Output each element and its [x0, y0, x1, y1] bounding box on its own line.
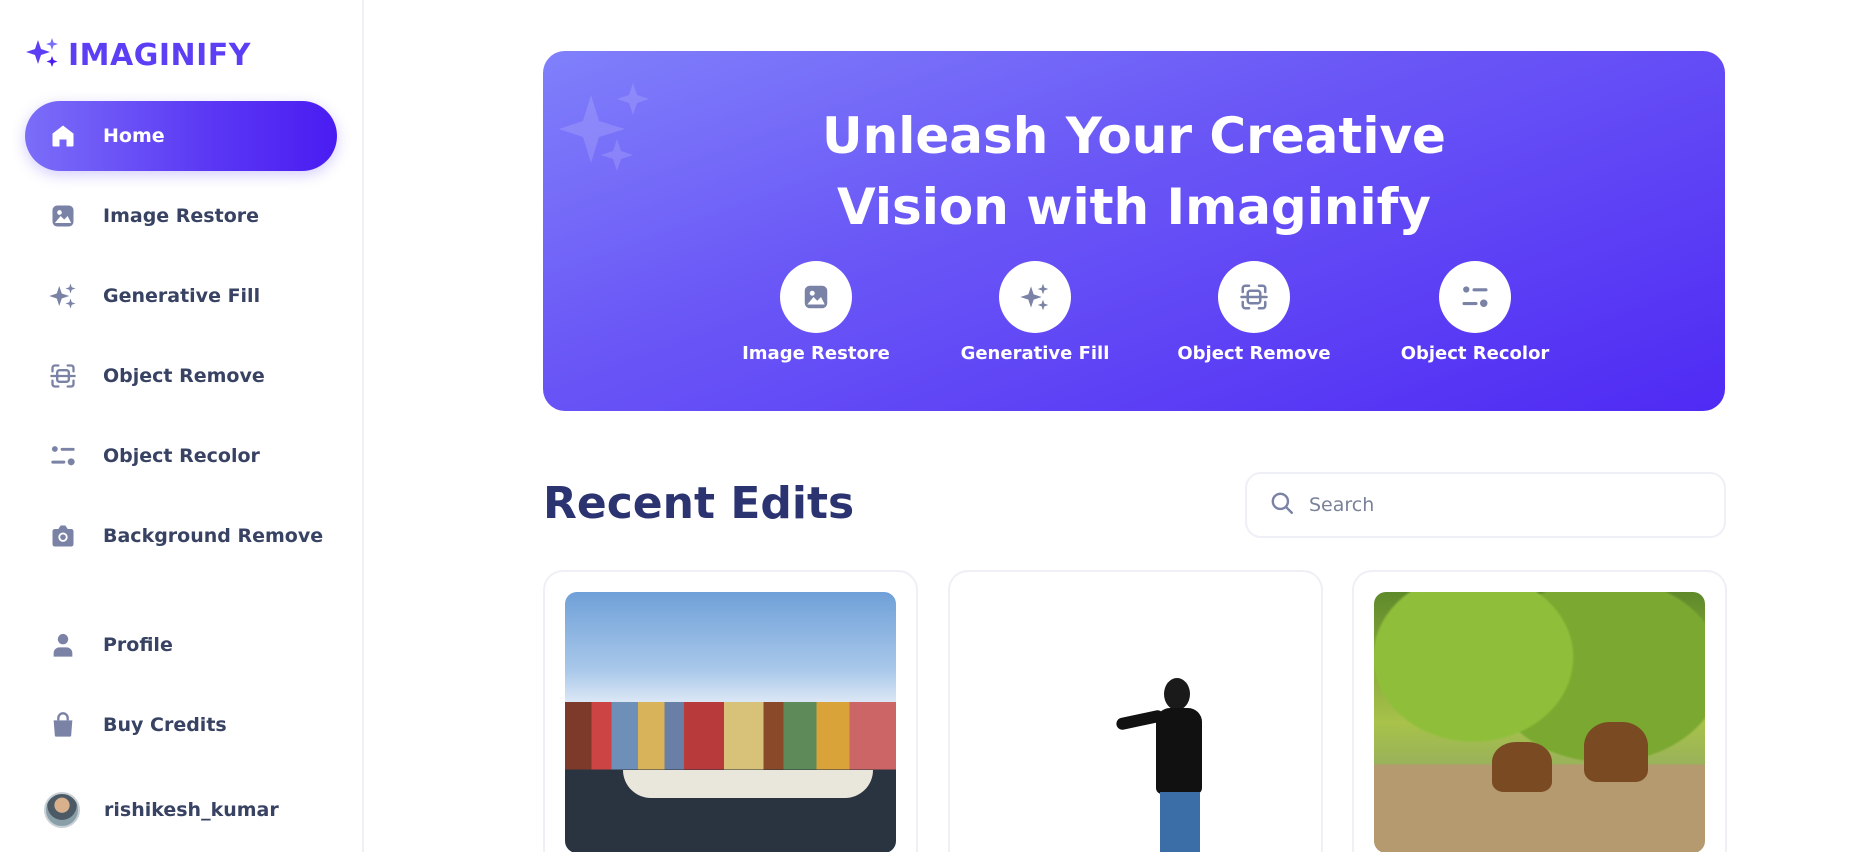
sidebar-item-background-remove[interactable]: Background Remove: [25, 501, 337, 571]
sidebar-item-label: Home: [103, 125, 165, 147]
image-icon: [780, 261, 852, 333]
camera-icon: [47, 520, 79, 552]
hero-link-image-restore[interactable]: Image Restore: [741, 261, 891, 364]
hero-title-line-2: Vision with Imaginify: [837, 178, 1431, 236]
hero-link-label: Object Remove: [1177, 343, 1331, 364]
sidebar-item-label: Object Remove: [103, 365, 265, 387]
thumbnail-horse-shape: [1492, 742, 1552, 792]
sidebar-item-object-remove[interactable]: Object Remove: [25, 341, 337, 411]
username: rishikesh_kumar: [104, 799, 279, 821]
sparkles-logo-icon: [24, 34, 62, 76]
sidebar-item-generative-fill[interactable]: Generative Fill: [25, 261, 337, 331]
sidebar-item-label: Image Restore: [103, 205, 260, 227]
sidebar-item-label: Object Recolor: [103, 445, 260, 467]
filter-icon: [47, 440, 79, 472]
sidebar-item-buy-credits[interactable]: Buy Credits: [25, 690, 337, 760]
user-icon: [47, 629, 79, 661]
hero-banner: Unleash Your Creative Vision with Imagin…: [543, 51, 1725, 411]
scan-icon: [47, 360, 79, 392]
image-card[interactable]: [543, 570, 918, 852]
image-icon: [47, 200, 79, 232]
avatar[interactable]: [44, 792, 80, 828]
scan-icon: [1218, 261, 1290, 333]
sidebar-item-label: Buy Credits: [103, 714, 227, 736]
image-card[interactable]: [948, 570, 1323, 852]
thumbnail-boat-shape: [623, 770, 873, 798]
hero-link-label: Object Recolor: [1400, 343, 1550, 364]
image-thumbnail[interactable]: [970, 592, 1301, 852]
filter-icon: [1439, 261, 1511, 333]
sidebar-item-label: Profile: [103, 634, 173, 656]
hero-title: Unleash Your Creative Vision with Imagin…: [543, 101, 1725, 243]
image-card[interactable]: [1352, 570, 1727, 852]
hero-link-generative-fill[interactable]: Generative Fill: [960, 261, 1110, 364]
thumbnail-figure-part: [1156, 708, 1202, 794]
bag-icon: [47, 709, 79, 741]
sidebar-item-object-recolor[interactable]: Object Recolor: [25, 421, 337, 491]
sidebar-item-image-restore[interactable]: Image Restore: [25, 181, 337, 251]
hero-link-label: Image Restore: [742, 343, 890, 364]
hero-link-object-recolor[interactable]: Object Recolor: [1400, 261, 1550, 364]
recent-edits-title: Recent Edits: [543, 478, 855, 529]
thumbnail-figure-part: [1164, 678, 1190, 710]
image-thumbnail[interactable]: [565, 592, 896, 852]
search-box[interactable]: [1245, 472, 1726, 538]
hero-link-object-remove[interactable]: Object Remove: [1177, 261, 1331, 364]
search-icon: [1269, 490, 1295, 520]
sidebar-item-label: Generative Fill: [103, 285, 261, 307]
sparkles-icon: [999, 261, 1071, 333]
hero-link-label: Generative Fill: [960, 343, 1110, 364]
hero-title-line-1: Unleash Your Creative: [822, 107, 1446, 165]
sidebar-item-profile[interactable]: Profile: [25, 610, 337, 680]
sparkles-icon: [47, 280, 79, 312]
brand-name: IMAGINIFY: [68, 37, 252, 73]
sidebar-item-home[interactable]: Home: [25, 101, 337, 171]
image-thumbnail[interactable]: [1374, 592, 1705, 852]
sidebar-item-label: Background Remove: [103, 525, 324, 547]
thumbnail-figure-part: [1160, 792, 1200, 852]
logo[interactable]: IMAGINIFY: [24, 34, 251, 76]
sidebar-account-nav: Profile Buy Credits: [25, 610, 337, 770]
home-icon: [47, 120, 79, 152]
thumbnail-horse-shape: [1584, 722, 1648, 782]
search-input[interactable]: [1309, 494, 1689, 516]
sidebar: IMAGINIFY Home Image Restore Generative …: [0, 0, 364, 852]
user-menu[interactable]: rishikesh_kumar: [44, 792, 279, 828]
sidebar-nav: Home Image Restore Generative Fill Objec…: [25, 101, 337, 581]
